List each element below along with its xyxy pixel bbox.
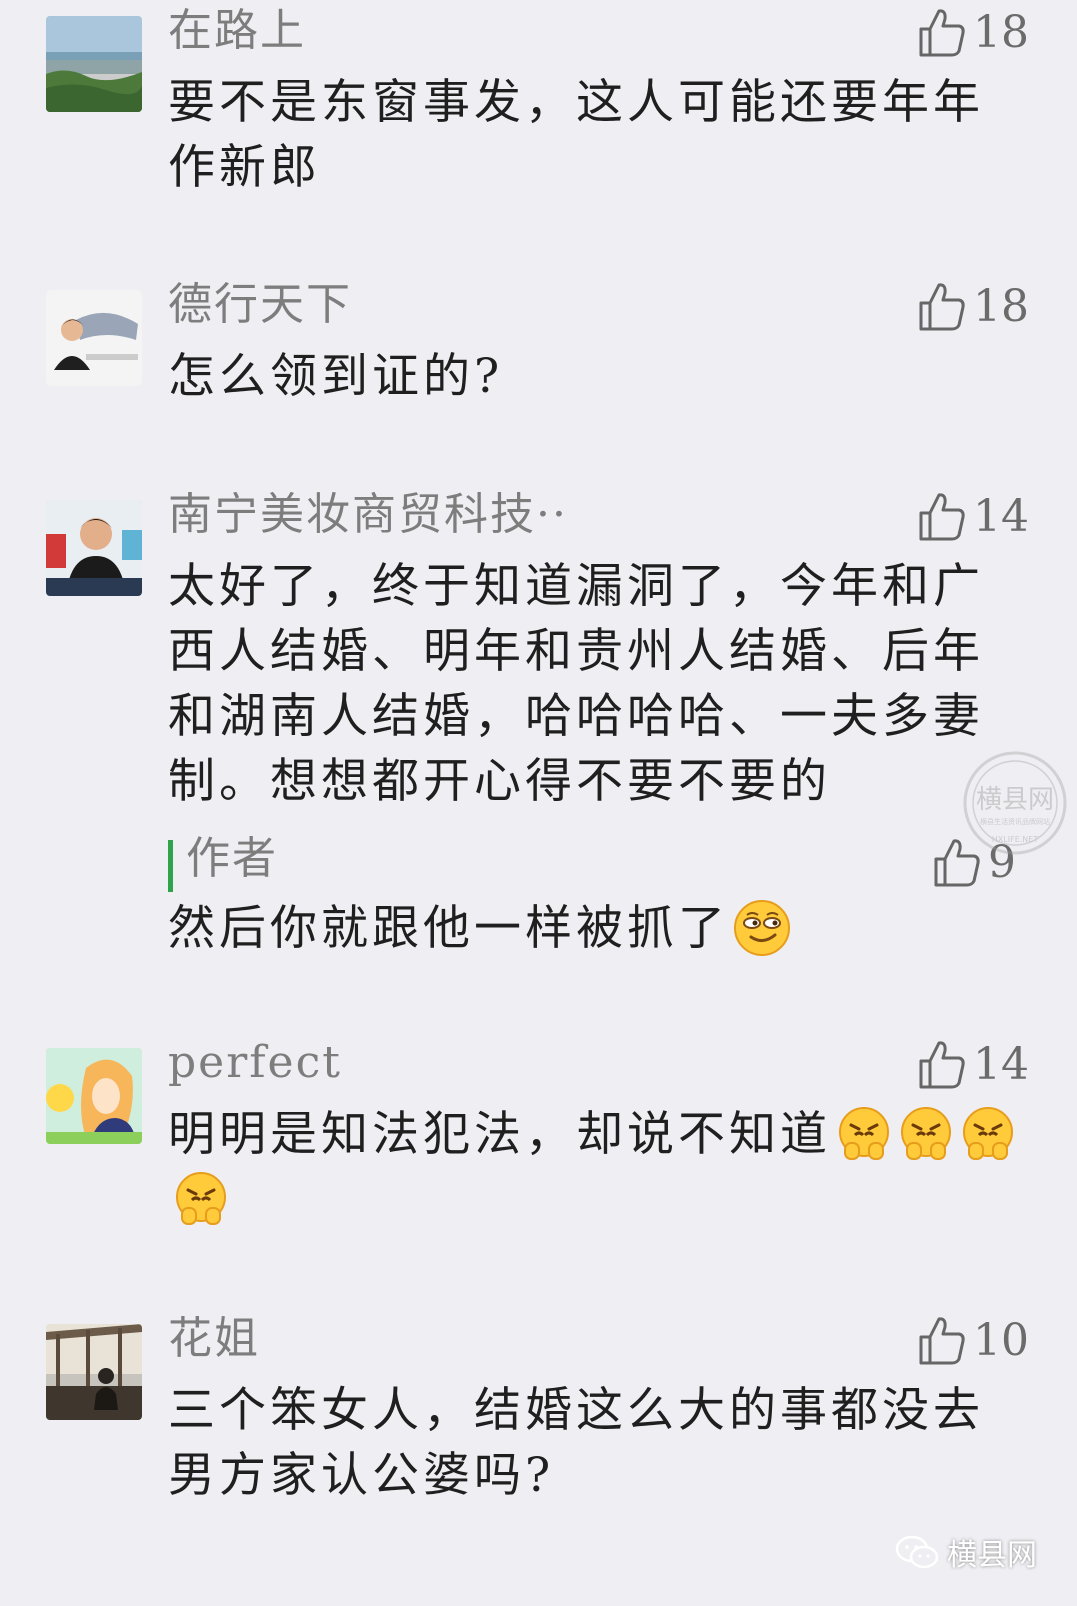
comment-text: 明明是知法犯法，却说不知道 <box>168 1102 1018 1232</box>
brand-watermark: 横县网 <box>895 1530 1037 1574</box>
like-button[interactable]: 14 <box>917 488 1029 546</box>
like-button[interactable]: 18 <box>917 278 1029 336</box>
avatar[interactable] <box>46 500 142 596</box>
thumbs-up-icon <box>919 1317 965 1365</box>
avatar-portrait-image <box>46 500 142 596</box>
like-count: 14 <box>973 491 1029 542</box>
smirk-emoji-icon <box>733 899 791 957</box>
avatar[interactable] <box>46 290 142 386</box>
thumbs-up-icon <box>919 1041 965 1089</box>
comment-text-content: 明明是知法犯法，却说不知道 <box>168 1107 831 1162</box>
reply-text: 然后你就跟他一样被抓了 <box>168 896 1028 961</box>
comment-text: 三个笨女人，结婚这么大的事都没去男方家认公婆吗? <box>168 1383 984 1503</box>
thumbs-up-icon <box>919 9 965 57</box>
like-button[interactable]: 14 <box>917 1036 1029 1094</box>
like-count: 10 <box>973 1315 1029 1366</box>
angry-hands-emoji-icon <box>835 1105 893 1163</box>
svg-text:横县网: 横县网 <box>976 785 1054 815</box>
thumbs-up-icon <box>919 283 965 331</box>
svg-text:HXLIFE.NET: HXLIFE.NET <box>992 835 1039 844</box>
comment-text: 要不是东窗事发，这人可能还要年年作新郎 <box>168 75 984 195</box>
avatar-illustration-image <box>46 1048 142 1144</box>
commenter-name: 德行天下 <box>168 279 352 330</box>
like-count: 18 <box>973 281 1029 332</box>
avatar[interactable] <box>46 1324 142 1420</box>
like-count: 14 <box>973 1039 1029 1090</box>
angry-hands-emoji-icon <box>897 1105 955 1163</box>
angry-hands-emoji-icon <box>959 1105 1017 1163</box>
commenter-name: 花姐 <box>168 1313 260 1364</box>
reply-author-label: 作者 <box>186 833 278 884</box>
wechat-icon <box>895 1535 939 1569</box>
like-button[interactable]: 18 <box>917 4 1029 62</box>
author-indicator-bar <box>168 840 173 892</box>
angry-hands-emoji-icon <box>172 1170 230 1228</box>
reply-text-content: 然后你就跟他一样被抓了 <box>168 901 729 956</box>
commenter-name: perfect <box>168 1037 342 1088</box>
avatar-portrait-image <box>46 290 142 386</box>
thumbs-up-icon <box>919 493 965 541</box>
like-count: 18 <box>973 7 1029 58</box>
brand-name: 横县网 <box>947 1538 1037 1573</box>
svg-text:横县生活资讯品牌网站: 横县生活资讯品牌网站 <box>980 817 1050 826</box>
comment-text: 怎么领到证的? <box>168 349 504 404</box>
commenter-name: 在路上 <box>168 5 306 56</box>
comment-text: 太好了，终于知道漏洞了，今年和广西人结婚、明年和贵州人结婚、后年和湖南人结婚，哈… <box>168 559 984 809</box>
avatar-photo-image <box>46 1324 142 1420</box>
avatar[interactable] <box>46 16 142 112</box>
avatar-landscape-image <box>46 16 142 112</box>
watermark-stamp-logo: 横县网 横县生活资讯品牌网站 HXLIFE.NET <box>960 748 1070 858</box>
avatar[interactable] <box>46 1048 142 1144</box>
like-button[interactable]: 10 <box>917 1312 1029 1370</box>
commenter-name: 南宁美妆商贸科技·· <box>168 489 568 540</box>
